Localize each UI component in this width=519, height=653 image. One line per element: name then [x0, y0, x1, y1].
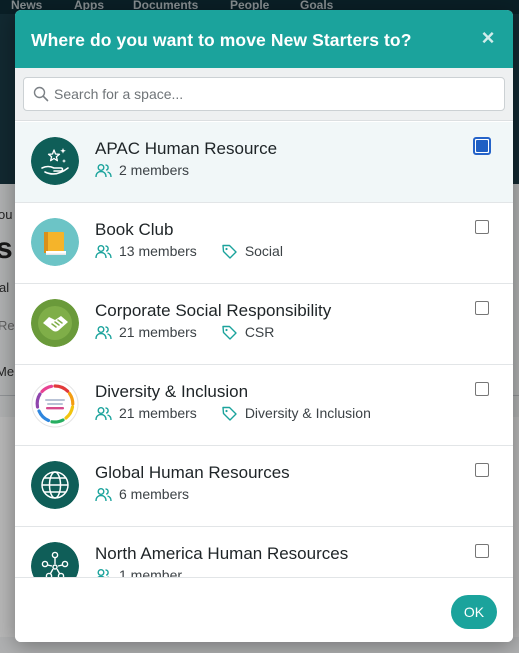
space-select-checkbox[interactable] — [475, 544, 489, 558]
space-select-checkbox[interactable] — [475, 463, 489, 477]
ok-button[interactable]: OK — [451, 595, 497, 629]
space-meta: 2 members — [95, 161, 189, 179]
hand-stars-icon — [31, 137, 79, 185]
search-icon — [33, 86, 49, 102]
dialog-title: Where do you want to move New Starters t… — [31, 30, 412, 50]
space-select-checkbox[interactable] — [473, 137, 491, 155]
space-name: APAC Human Resource — [95, 139, 278, 158]
space-row-global-human-resources[interactable]: Global Human Resources 6 members — [15, 446, 513, 527]
close-icon[interactable]: × — [477, 25, 499, 51]
members-icon — [95, 324, 112, 341]
space-row-book-club[interactable]: Book Club 13 members Social — [15, 203, 513, 284]
space-meta: 21 members CSR — [95, 323, 274, 341]
member-count: 21 members — [119, 405, 197, 421]
people-network-icon — [31, 542, 79, 577]
tag-icon — [221, 243, 238, 260]
members-icon — [95, 162, 112, 179]
space-tag: Social — [244, 243, 283, 259]
dialog-footer: OK — [15, 577, 513, 642]
space-row-diversity-inclusion[interactable]: Diversity & Inclusion 21 members Diversi… — [15, 365, 513, 446]
members-icon — [95, 243, 112, 260]
member-count: 2 members — [119, 162, 190, 178]
space-meta: 1 member — [95, 566, 182, 577]
book-icon — [31, 218, 79, 266]
space-meta: 21 members Diversity & Inclusion — [95, 404, 371, 422]
space-name: Global Human Resources — [95, 463, 290, 482]
space-row-corporate-social-responsibility[interactable]: Corporate Social Responsibility 21 membe… — [15, 284, 513, 365]
space-select-checkbox[interactable] — [475, 220, 489, 234]
search-box[interactable] — [23, 77, 505, 111]
space-name: Corporate Social Responsibility — [95, 301, 332, 320]
diversity-logo-icon — [31, 380, 79, 428]
handshake-icon — [31, 299, 79, 347]
space-tag: Diversity & Inclusion — [244, 405, 371, 421]
space-select-checkbox[interactable] — [475, 382, 489, 396]
members-icon — [95, 567, 112, 577]
dialog-header: Where do you want to move New Starters t… — [15, 10, 513, 68]
space-name: Book Club — [95, 220, 174, 239]
tag-icon — [221, 324, 238, 341]
globe-icon — [31, 461, 79, 509]
space-name: Diversity & Inclusion — [95, 382, 249, 401]
space-tag: CSR — [244, 324, 275, 340]
member-count: 13 members — [119, 243, 197, 259]
members-icon — [95, 486, 112, 503]
move-space-dialog: Where do you want to move New Starters t… — [15, 10, 513, 642]
space-row-apac-human-resource[interactable]: APAC Human Resource 2 members — [15, 122, 513, 203]
space-row-north-america-human-resources[interactable]: North America Human Resources 1 member — [15, 527, 513, 577]
space-name: North America Human Resources — [95, 544, 349, 563]
search-bar — [15, 68, 513, 121]
member-count: 21 members — [119, 324, 197, 340]
space-select-checkbox[interactable] — [475, 301, 489, 315]
space-meta: 6 members — [95, 485, 189, 503]
space-list: APAC Human Resource 2 members Book Club … — [15, 122, 513, 577]
members-icon — [95, 405, 112, 422]
member-count: 1 member — [119, 567, 183, 577]
tag-icon — [221, 405, 238, 422]
space-meta: 13 members Social — [95, 242, 283, 260]
search-input[interactable] — [54, 79, 494, 109]
member-count: 6 members — [119, 486, 190, 502]
